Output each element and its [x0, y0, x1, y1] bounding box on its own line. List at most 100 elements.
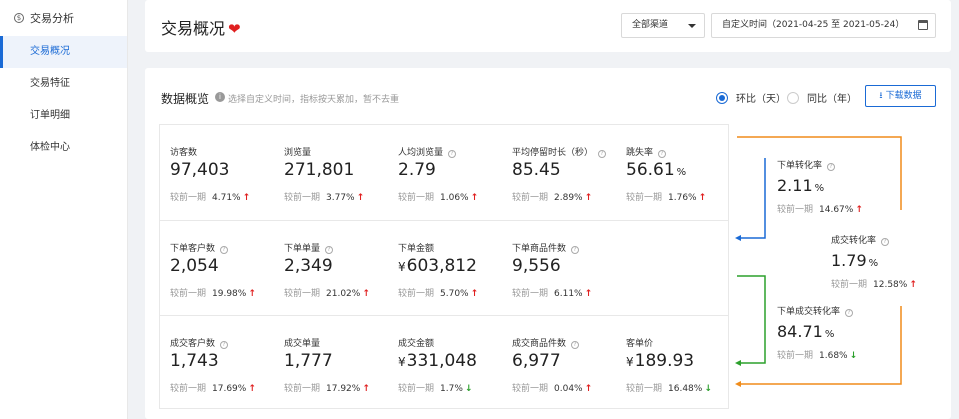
download-data-button[interactable]: ⭳ 下载数据 — [865, 85, 936, 107]
compare-change: 0.04% — [554, 384, 583, 394]
arrow-up-icon: ↑ — [248, 384, 256, 394]
metric-value: 1,743 — [170, 351, 219, 371]
conversion-compare: 较前一期 14.67% ↑ — [777, 202, 863, 215]
currency-prefix: ¥ — [398, 260, 406, 274]
sidebar-header[interactable]: $ 交易分析 — [0, 0, 127, 36]
metric-label-text: 下单金额 — [398, 244, 435, 254]
page-title-text: 交易概况 — [161, 19, 226, 38]
data-overview-card: 数据概览 i 选择自定义时间，指标按天累加，暂不去重 环比（天） 同比（年） ⭳… — [145, 68, 951, 419]
metric-value-text: 56.61 — [626, 160, 675, 180]
metric-value-text: 1,777 — [284, 351, 333, 371]
compare-change: 17.92% — [326, 384, 361, 394]
arrow-up-icon: ↑ — [584, 289, 593, 299]
page-title: 交易概况 ❤ — [161, 15, 241, 39]
arrow-left-icon — [735, 360, 741, 366]
arrow-up-icon: ↑ — [470, 289, 479, 299]
heart-icon[interactable]: ❤ — [228, 20, 241, 38]
metric-deal-items: 成交商品件数? 6,977 较前一期 0.04% ↑ — [502, 316, 616, 410]
conversion-unit: % — [824, 329, 835, 340]
compare-label: 较前一期 — [777, 351, 814, 361]
compare-change: 2.89% — [554, 193, 583, 203]
date-range-picker[interactable]: 自定义时间（2021-04-25 至 2021-05-24） — [711, 13, 936, 38]
compare-label: 较前一期 — [512, 193, 549, 203]
compare-change: 21.02% — [326, 289, 361, 299]
compare-label: 较前一期 — [831, 280, 868, 290]
help-icon: ? — [881, 238, 890, 246]
radio-year-over-year[interactable]: 同比（年） — [787, 90, 857, 105]
compare-label: 较前一期 — [512, 289, 549, 299]
metric-order-amount: 下单金额 ¥603,812 较前一期 5.70% ↑ — [388, 221, 502, 315]
metric-value: 1,777 — [284, 351, 333, 371]
conversion-value: 2.11% — [777, 176, 863, 195]
compare-change: 17.69% — [212, 384, 247, 394]
metric-compare: 较前一期 1.06% ↑ — [398, 190, 478, 203]
metric-value: 97,403 — [170, 160, 229, 180]
metric-deal-customers: 成交客户数? 1,743 较前一期 17.69% ↑ — [160, 316, 274, 410]
compare-label: 较前一期 — [170, 384, 207, 394]
trade-analysis-icon: $ — [14, 13, 24, 23]
metric-label: 下单客户数? — [170, 241, 229, 254]
sidebar-item-health-check[interactable]: 体检中心 — [0, 132, 127, 164]
metric-value: 85.45 — [512, 160, 561, 180]
sidebar-item-trade-overview[interactable]: 交易概况 — [0, 36, 127, 68]
metric-value: 2.79 — [398, 160, 436, 180]
metric-value-text: 97,403 — [170, 160, 230, 180]
conversion-order-rate: 下单转化率? 2.11% 较前一期 14.67% ↑ — [777, 158, 863, 215]
conversion-label-text: 成交转化率 — [831, 236, 877, 246]
channel-select[interactable]: 全部渠道 — [621, 13, 705, 38]
help-icon: ? — [571, 246, 580, 254]
metric-value-text: 271,801 — [284, 160, 355, 180]
metrics-row-orders: 下单客户数? 2,054 较前一期 19.98% ↑ 下单单量? 2,349 较前一期 21.… — [160, 220, 728, 315]
compare-label: 较前一期 — [398, 384, 435, 394]
metric-value: ¥331,048 — [398, 351, 477, 371]
channel-select-value: 全部渠道 — [632, 20, 669, 30]
compare-label: 较前一期 — [170, 193, 207, 203]
sidebar-item-order-details[interactable]: 订单明细 — [0, 100, 127, 132]
section-hint: 选择自定义时间，指标按天累加，暂不去重 — [228, 95, 400, 105]
metric-value-text: 2,054 — [170, 256, 219, 276]
help-icon: ? — [325, 246, 334, 254]
compare-change: 12.58% — [873, 280, 908, 290]
arrow-up-icon: ↑ — [470, 193, 479, 203]
metric-value: 6,977 — [512, 351, 561, 371]
conversion-value-text: 2.11 — [777, 176, 813, 195]
download-icon: ⭳ — [879, 91, 883, 101]
radio-dot — [787, 91, 799, 104]
metric-label: 人均浏览量? — [398, 145, 457, 158]
metric-label-text: 平均停留时长（秒） — [512, 148, 594, 158]
metric-order-customers: 下单客户数? 2,054 较前一期 19.98% ↑ — [160, 221, 274, 315]
sidebar-header-label: 交易分析 — [30, 12, 74, 25]
metric-page-views: 浏览量 271,801 较前一期 3.77% ↑ — [274, 125, 388, 219]
compare-label: 较前一期 — [777, 205, 814, 215]
radio-day-over-day[interactable]: 环比（天） — [716, 90, 786, 105]
metric-label-text: 下单商品件数 — [512, 244, 567, 254]
compare-change: 1.68% — [819, 351, 848, 361]
compare-label: 较前一期 — [284, 289, 321, 299]
metric-label-text: 下单单量 — [284, 244, 321, 254]
metric-value-text: 603,812 — [406, 256, 477, 276]
arrow-up-icon: ↑ — [356, 193, 365, 203]
metric-value: 2,349 — [284, 256, 333, 276]
compare-change: 1.76% — [668, 193, 697, 203]
metric-label: 客单价 — [626, 336, 653, 349]
conversion-label: 下单成交转化率? — [777, 304, 857, 317]
metric-value-text: 331,048 — [406, 351, 477, 371]
compare-change: 6.11% — [554, 289, 583, 299]
conversion-unit: % — [868, 258, 879, 269]
metric-visitors: 访客数 97,403 较前一期 4.71% ↑ — [160, 125, 274, 219]
metric-label-text: 客单价 — [626, 339, 654, 349]
conversion-value: 84.71% — [777, 322, 857, 341]
metric-label-text: 成交商品件数 — [512, 339, 567, 349]
metric-deal-amount: 成交金额 ¥331,048 较前一期 1.7% ↓ — [388, 316, 502, 410]
compare-label: 较前一期 — [284, 384, 321, 394]
sidebar-item-trade-features[interactable]: 交易特征 — [0, 68, 127, 100]
help-icon: ? — [598, 150, 607, 158]
help-icon: ? — [827, 163, 836, 171]
arrow-down-icon: ↓ — [464, 384, 473, 394]
metric-compare: 较前一期 17.92% ↑ — [284, 381, 370, 394]
metric-value: 56.61% — [626, 160, 686, 180]
metric-value-text: 9,556 — [512, 256, 561, 276]
metric-compare: 较前一期 1.76% ↑ — [626, 190, 706, 203]
metrics-row-deals: 成交客户数? 1,743 较前一期 17.69% ↑ 成交单量 1,777 较前一期 17.9… — [160, 315, 728, 410]
conversion-unit: % — [814, 183, 825, 194]
